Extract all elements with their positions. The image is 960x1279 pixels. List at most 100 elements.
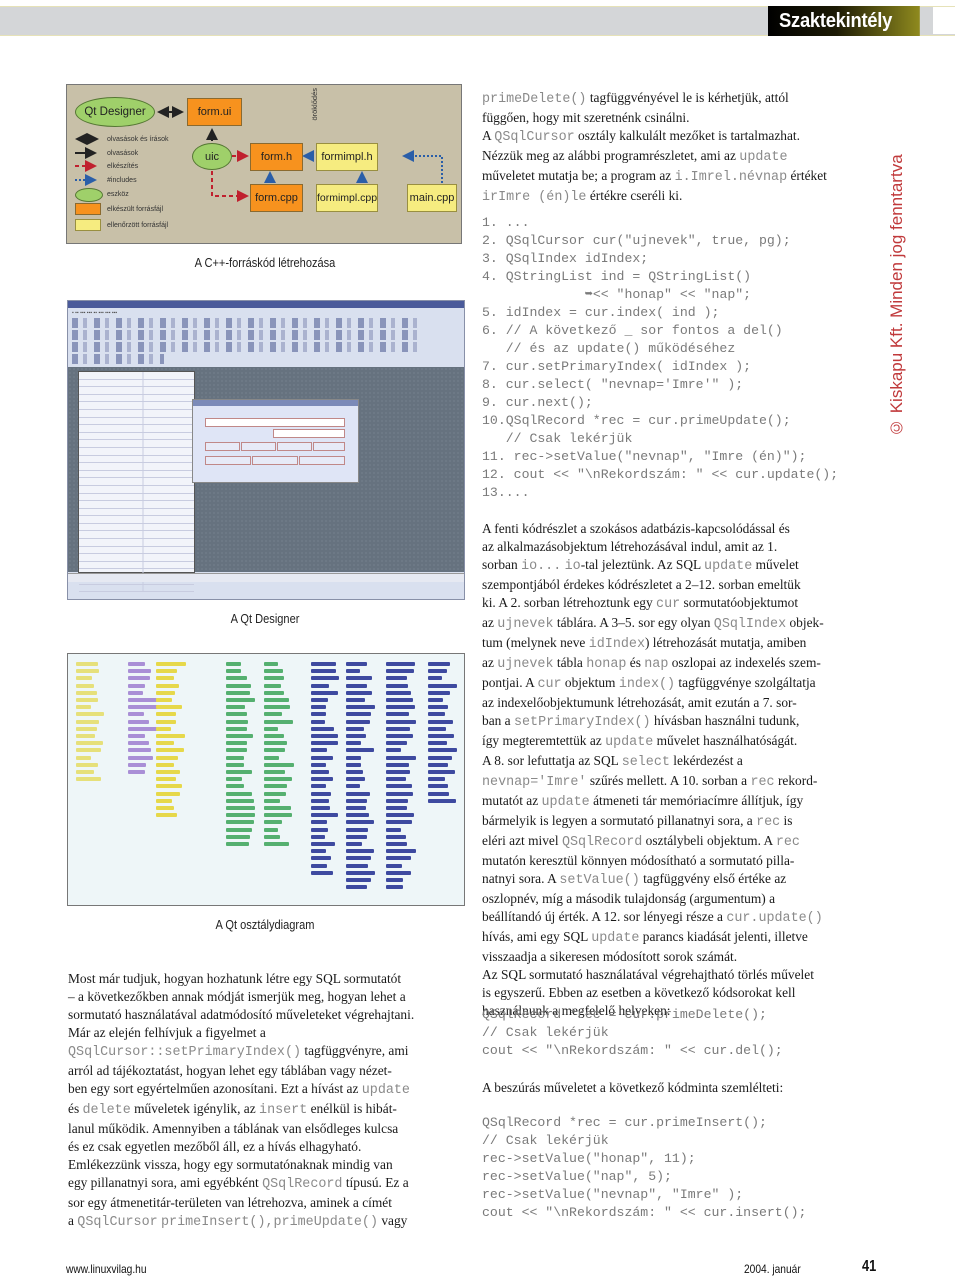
text-line: tum (melynek neve idIndex) létrehozását … [482,634,882,654]
text-line: és delete műveletek igénylik, az insert … [68,1100,468,1120]
class-box [311,813,338,818]
text-run: mutatót az [482,793,542,808]
text-line: sormutató használatával adatmódosító műv… [68,1006,468,1024]
class-box [128,734,146,738]
text-line: A 8. sor lefuttatja az SQL select lekérd… [482,752,882,772]
class-box [346,813,369,818]
inline-code: irImre (én)le [482,190,587,205]
class-box [428,791,449,796]
text-run: tagfüggvénye szolgáltatja [675,675,816,690]
class-box [311,712,327,717]
section-label: Szaktekintély [768,6,920,36]
inline-code: QSqlCursor [494,130,575,145]
code-line: ➥<< "honap" << "nap"; [482,287,752,302]
class-box [386,827,401,832]
node-formimpl-cpp: formimpl.cpp [316,184,378,212]
text-run: oszlopnév, míg a második tulajdonság (ar… [482,891,776,906]
text-run: tábla [553,655,587,670]
text-line: az alkalmazásobjektum létrehozásával ind… [482,538,882,556]
class-box [346,827,369,832]
qt-class-diagram-image [67,653,465,906]
class-box [128,748,151,753]
class-box [156,698,173,702]
class-box [311,698,328,702]
inline-code: cur.update() [726,911,823,926]
text-line: egy pillanatnyi sora, ami egyébként QSql… [68,1174,468,1194]
text-line: eléri azt mivel QSqlRecord osztálybeli o… [482,832,882,852]
text-line: mutatón keresztül könnyen módosítható a … [482,852,882,870]
inline-code: QSqlIndex [713,617,787,632]
code-line: 13.... [482,485,530,500]
class-box [264,741,288,746]
class-box [76,690,98,695]
text-line: Emlékezzünk vissza, hogy egy sormutatóna… [68,1156,468,1174]
class-box [156,676,174,681]
footer-url[interactable]: www.linuxvilag.hu [66,1262,147,1276]
class-box [386,820,412,825]
node-uic: uic [192,143,232,170]
class-box [311,791,331,796]
class-box [346,726,365,731]
legend-label-readwrite: olvasások és írások [107,135,169,143]
qt-property-row [79,523,194,532]
class-box [156,784,183,789]
build-process-diagram: Qt Designer form.ui uic form.h form.cpp … [66,84,462,244]
inline-code: idIndex [588,637,645,652]
class-box [311,784,327,789]
code-line: 5. idIndex = cur.index( ind ); [482,305,720,320]
class-box [346,698,366,702]
code-line: 9. cur.next(); [482,395,593,410]
inline-code: setPrimaryIndex() [513,715,651,730]
class-box [346,856,371,861]
class-box [311,798,329,803]
class-box [386,777,407,782]
text-line: ban a setPrimaryIndex() hívásban használ… [482,712,882,732]
text-line: a QSqlCursor primeInsert(),primeUpdate()… [68,1212,468,1232]
inline-code: insert [259,1103,308,1118]
class-box [346,820,375,825]
class-box [264,834,281,839]
class-box [156,705,183,710]
text-run: -tal jeleztünk. Az SQL [580,557,705,572]
class-box [264,676,284,681]
class-box [226,734,254,738]
class-box [226,726,248,731]
text-run: ki. A 2. sorban létrehoztunk egy [482,595,657,610]
text-run: bármelyik is legyen a sormutató pillanat… [482,813,757,828]
qt-property-row [79,470,194,479]
page-number: 41 [862,1258,877,1275]
class-box [311,690,339,695]
text-run: az alkalmazásobjektum létrehozásával ind… [482,539,778,554]
class-box [128,690,143,695]
text-run: az [482,615,498,630]
inline-code: index() [618,677,676,692]
text-line: primeDelete() tagfüggvényével le is kérh… [482,89,882,109]
class-box [128,770,145,774]
inline-code: i.Imrel.névnap [674,170,788,185]
class-box [156,777,177,782]
code-line: 11. rec->setValue("nevnap", "Imre (én)")… [482,449,807,464]
class-box [346,870,375,875]
qt-toolbar-3 [72,342,424,352]
text-line: sor egy átmenetitár-területen van létreh… [68,1194,468,1212]
class-box [428,662,451,666]
class-box [428,676,443,681]
text-run: ban a [482,713,514,728]
text-run: oszlopai az indexelés szem- [668,655,821,670]
class-box [264,748,286,753]
class-box [346,770,363,774]
text-run: és [626,655,645,670]
text-run: szűrés mellett. A 10. sorban a [586,773,751,788]
arrow-uic-formcpp [211,171,249,202]
code-line: QSqlRecord *rec = cur.primeDelete(); [482,1007,767,1022]
legend-orange-swatch [75,203,101,215]
text-run: művelet [752,557,799,572]
class-box [428,705,449,710]
class-box [346,834,367,839]
class-box [226,762,244,767]
class-box [386,849,416,854]
class-box [346,806,367,810]
text-run: hívásban használni tudunk, [650,713,800,728]
class-box [264,734,284,738]
qt-property-row [79,561,194,570]
